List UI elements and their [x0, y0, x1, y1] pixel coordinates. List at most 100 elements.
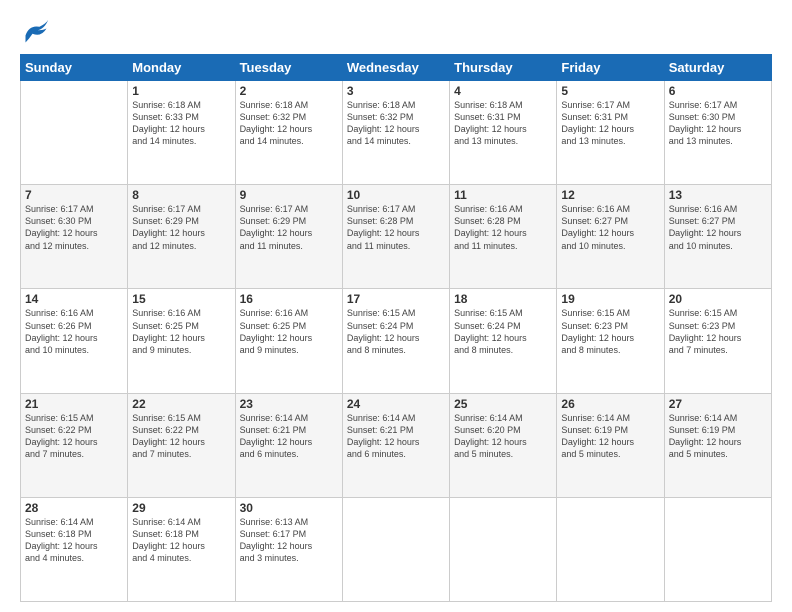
week-row-2: 7Sunrise: 6:17 AM Sunset: 6:30 PM Daylig… [21, 185, 772, 289]
day-number: 21 [25, 397, 123, 411]
col-header-friday: Friday [557, 55, 664, 81]
day-info: Sunrise: 6:14 AM Sunset: 6:21 PM Dayligh… [347, 412, 445, 461]
day-cell: 7Sunrise: 6:17 AM Sunset: 6:30 PM Daylig… [21, 185, 128, 289]
week-row-3: 14Sunrise: 6:16 AM Sunset: 6:26 PM Dayli… [21, 289, 772, 393]
day-cell: 21Sunrise: 6:15 AM Sunset: 6:22 PM Dayli… [21, 393, 128, 497]
day-info: Sunrise: 6:18 AM Sunset: 6:31 PM Dayligh… [454, 99, 552, 148]
col-header-saturday: Saturday [664, 55, 771, 81]
week-row-5: 28Sunrise: 6:14 AM Sunset: 6:18 PM Dayli… [21, 497, 772, 601]
day-number: 8 [132, 188, 230, 202]
day-cell: 5Sunrise: 6:17 AM Sunset: 6:31 PM Daylig… [557, 81, 664, 185]
day-info: Sunrise: 6:15 AM Sunset: 6:23 PM Dayligh… [669, 307, 767, 356]
day-cell [557, 497, 664, 601]
day-cell: 23Sunrise: 6:14 AM Sunset: 6:21 PM Dayli… [235, 393, 342, 497]
day-number: 9 [240, 188, 338, 202]
day-info: Sunrise: 6:15 AM Sunset: 6:23 PM Dayligh… [561, 307, 659, 356]
day-number: 7 [25, 188, 123, 202]
col-header-wednesday: Wednesday [342, 55, 449, 81]
day-info: Sunrise: 6:14 AM Sunset: 6:18 PM Dayligh… [25, 516, 123, 565]
day-info: Sunrise: 6:18 AM Sunset: 6:33 PM Dayligh… [132, 99, 230, 148]
col-header-sunday: Sunday [21, 55, 128, 81]
day-cell: 29Sunrise: 6:14 AM Sunset: 6:18 PM Dayli… [128, 497, 235, 601]
day-info: Sunrise: 6:14 AM Sunset: 6:18 PM Dayligh… [132, 516, 230, 565]
week-row-4: 21Sunrise: 6:15 AM Sunset: 6:22 PM Dayli… [21, 393, 772, 497]
day-cell: 30Sunrise: 6:13 AM Sunset: 6:17 PM Dayli… [235, 497, 342, 601]
day-info: Sunrise: 6:15 AM Sunset: 6:24 PM Dayligh… [454, 307, 552, 356]
day-info: Sunrise: 6:17 AM Sunset: 6:30 PM Dayligh… [669, 99, 767, 148]
day-info: Sunrise: 6:16 AM Sunset: 6:28 PM Dayligh… [454, 203, 552, 252]
day-number: 5 [561, 84, 659, 98]
day-info: Sunrise: 6:18 AM Sunset: 6:32 PM Dayligh… [240, 99, 338, 148]
day-info: Sunrise: 6:13 AM Sunset: 6:17 PM Dayligh… [240, 516, 338, 565]
day-cell: 6Sunrise: 6:17 AM Sunset: 6:30 PM Daylig… [664, 81, 771, 185]
day-cell: 19Sunrise: 6:15 AM Sunset: 6:23 PM Dayli… [557, 289, 664, 393]
day-cell: 3Sunrise: 6:18 AM Sunset: 6:32 PM Daylig… [342, 81, 449, 185]
day-number: 11 [454, 188, 552, 202]
day-cell [450, 497, 557, 601]
day-number: 1 [132, 84, 230, 98]
day-number: 19 [561, 292, 659, 306]
day-number: 13 [669, 188, 767, 202]
day-number: 22 [132, 397, 230, 411]
day-cell: 25Sunrise: 6:14 AM Sunset: 6:20 PM Dayli… [450, 393, 557, 497]
day-number: 30 [240, 501, 338, 515]
day-info: Sunrise: 6:14 AM Sunset: 6:19 PM Dayligh… [561, 412, 659, 461]
page: SundayMondayTuesdayWednesdayThursdayFrid… [0, 0, 792, 612]
day-cell: 2Sunrise: 6:18 AM Sunset: 6:32 PM Daylig… [235, 81, 342, 185]
day-number: 20 [669, 292, 767, 306]
day-cell: 16Sunrise: 6:16 AM Sunset: 6:25 PM Dayli… [235, 289, 342, 393]
day-info: Sunrise: 6:18 AM Sunset: 6:32 PM Dayligh… [347, 99, 445, 148]
day-number: 29 [132, 501, 230, 515]
day-cell: 8Sunrise: 6:17 AM Sunset: 6:29 PM Daylig… [128, 185, 235, 289]
day-number: 16 [240, 292, 338, 306]
day-cell: 14Sunrise: 6:16 AM Sunset: 6:26 PM Dayli… [21, 289, 128, 393]
day-number: 24 [347, 397, 445, 411]
day-cell [21, 81, 128, 185]
day-cell: 28Sunrise: 6:14 AM Sunset: 6:18 PM Dayli… [21, 497, 128, 601]
day-info: Sunrise: 6:14 AM Sunset: 6:21 PM Dayligh… [240, 412, 338, 461]
logo [20, 18, 50, 46]
week-row-1: 1Sunrise: 6:18 AM Sunset: 6:33 PM Daylig… [21, 81, 772, 185]
day-info: Sunrise: 6:16 AM Sunset: 6:25 PM Dayligh… [240, 307, 338, 356]
day-info: Sunrise: 6:15 AM Sunset: 6:22 PM Dayligh… [25, 412, 123, 461]
day-info: Sunrise: 6:16 AM Sunset: 6:25 PM Dayligh… [132, 307, 230, 356]
day-number: 4 [454, 84, 552, 98]
day-number: 18 [454, 292, 552, 306]
day-cell: 22Sunrise: 6:15 AM Sunset: 6:22 PM Dayli… [128, 393, 235, 497]
day-cell: 12Sunrise: 6:16 AM Sunset: 6:27 PM Dayli… [557, 185, 664, 289]
day-cell: 27Sunrise: 6:14 AM Sunset: 6:19 PM Dayli… [664, 393, 771, 497]
day-info: Sunrise: 6:14 AM Sunset: 6:19 PM Dayligh… [669, 412, 767, 461]
col-header-monday: Monday [128, 55, 235, 81]
col-header-thursday: Thursday [450, 55, 557, 81]
day-info: Sunrise: 6:17 AM Sunset: 6:30 PM Dayligh… [25, 203, 123, 252]
day-cell: 9Sunrise: 6:17 AM Sunset: 6:29 PM Daylig… [235, 185, 342, 289]
day-number: 25 [454, 397, 552, 411]
day-info: Sunrise: 6:17 AM Sunset: 6:28 PM Dayligh… [347, 203, 445, 252]
day-number: 27 [669, 397, 767, 411]
day-cell: 18Sunrise: 6:15 AM Sunset: 6:24 PM Dayli… [450, 289, 557, 393]
day-number: 17 [347, 292, 445, 306]
day-info: Sunrise: 6:16 AM Sunset: 6:26 PM Dayligh… [25, 307, 123, 356]
day-number: 28 [25, 501, 123, 515]
day-number: 10 [347, 188, 445, 202]
day-cell: 20Sunrise: 6:15 AM Sunset: 6:23 PM Dayli… [664, 289, 771, 393]
day-number: 6 [669, 84, 767, 98]
day-number: 15 [132, 292, 230, 306]
header [20, 18, 772, 46]
day-info: Sunrise: 6:17 AM Sunset: 6:31 PM Dayligh… [561, 99, 659, 148]
day-cell: 24Sunrise: 6:14 AM Sunset: 6:21 PM Dayli… [342, 393, 449, 497]
day-info: Sunrise: 6:17 AM Sunset: 6:29 PM Dayligh… [132, 203, 230, 252]
day-cell: 17Sunrise: 6:15 AM Sunset: 6:24 PM Dayli… [342, 289, 449, 393]
day-number: 14 [25, 292, 123, 306]
day-cell [342, 497, 449, 601]
day-info: Sunrise: 6:17 AM Sunset: 6:29 PM Dayligh… [240, 203, 338, 252]
logo-bird-icon [22, 18, 50, 46]
day-number: 12 [561, 188, 659, 202]
day-number: 2 [240, 84, 338, 98]
calendar: SundayMondayTuesdayWednesdayThursdayFrid… [20, 54, 772, 602]
day-cell: 15Sunrise: 6:16 AM Sunset: 6:25 PM Dayli… [128, 289, 235, 393]
day-info: Sunrise: 6:16 AM Sunset: 6:27 PM Dayligh… [669, 203, 767, 252]
day-cell: 10Sunrise: 6:17 AM Sunset: 6:28 PM Dayli… [342, 185, 449, 289]
day-number: 23 [240, 397, 338, 411]
day-info: Sunrise: 6:14 AM Sunset: 6:20 PM Dayligh… [454, 412, 552, 461]
